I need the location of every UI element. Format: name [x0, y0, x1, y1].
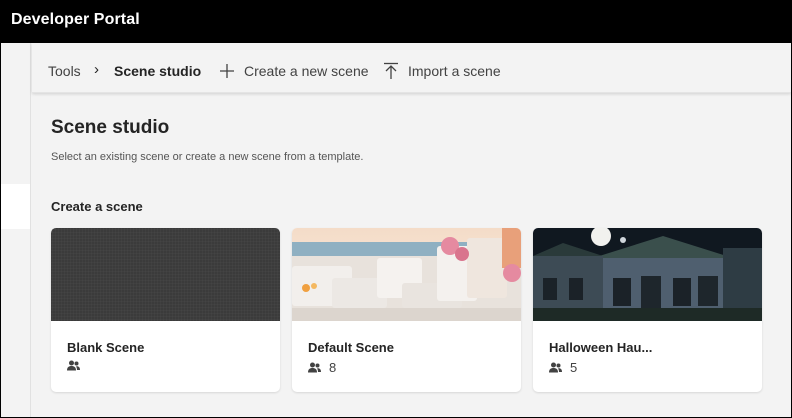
- halloween-scene-image: [533, 228, 762, 321]
- people-icon: [67, 360, 80, 371]
- scene-thumbnail: [51, 228, 280, 321]
- plus-icon: [220, 64, 234, 78]
- scene-card-halloween[interactable]: Halloween Hau... 5: [533, 228, 762, 392]
- command-bar: Tools › Scene studio Create a new scene …: [32, 43, 791, 93]
- scene-card-count: 5: [570, 360, 578, 375]
- scene-card-default[interactable]: Default Scene 8: [292, 228, 521, 392]
- scene-thumbnail: [292, 228, 521, 321]
- people-icon: [549, 362, 562, 373]
- scene-card-meta: 8: [308, 360, 336, 375]
- scene-card-title: Halloween Hau...: [549, 340, 653, 355]
- breadcrumb-separator: ›: [94, 61, 99, 78]
- upload-icon: [384, 62, 398, 79]
- default-scene-image: [292, 228, 521, 321]
- scene-card-title: Blank Scene: [67, 340, 145, 355]
- section-title: Create a scene: [51, 199, 143, 214]
- scene-card-title: Default Scene: [308, 340, 394, 355]
- create-new-scene-button[interactable]: Create a new scene: [219, 61, 369, 81]
- top-bar: Developer Portal: [1, 1, 791, 43]
- scene-thumbnail: [533, 228, 762, 321]
- scene-card-blank[interactable]: Blank Scene: [51, 228, 280, 392]
- app-title: Developer Portal: [11, 11, 140, 28]
- page-title: Scene studio: [51, 117, 170, 138]
- left-rail: [1, 43, 31, 417]
- scene-card-meta: 5: [549, 360, 577, 375]
- breadcrumb-tools[interactable]: Tools: [48, 63, 81, 79]
- people-icon: [308, 362, 321, 373]
- import-scene-label: Import a scene: [408, 63, 501, 79]
- breadcrumb-current: Scene studio: [114, 63, 202, 79]
- page-subtitle: Select an existing scene or create a new…: [51, 151, 364, 163]
- rail-selected-tab[interactable]: [1, 184, 30, 229]
- import-scene-button[interactable]: Import a scene: [383, 61, 501, 81]
- scene-card-count: 8: [329, 360, 337, 375]
- create-new-scene-label: Create a new scene: [244, 63, 369, 79]
- scene-card-meta: [67, 360, 88, 371]
